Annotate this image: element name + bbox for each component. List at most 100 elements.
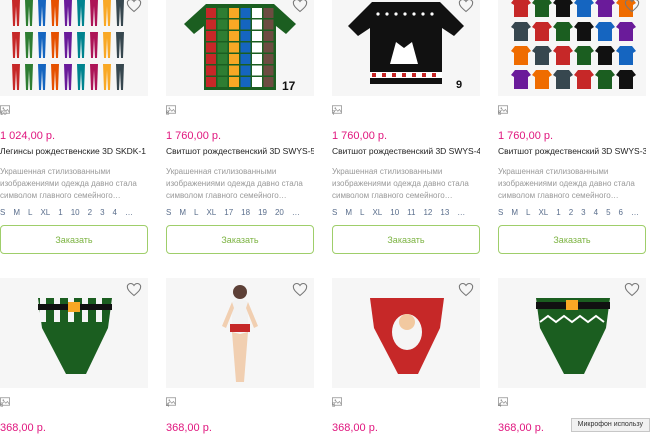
size-option[interactable]: XL	[372, 208, 382, 217]
size-option[interactable]: XL	[206, 208, 216, 217]
photo-icon	[0, 101, 10, 114]
size-option[interactable]: S	[166, 208, 171, 217]
product-image[interactable]	[498, 0, 646, 96]
heart-outline-icon[interactable]	[458, 282, 474, 298]
size-option[interactable]: L	[360, 208, 364, 217]
size-option[interactable]: 12	[423, 208, 432, 217]
product-image[interactable]	[332, 278, 480, 388]
svg-text:17: 17	[282, 79, 296, 93]
order-button[interactable]: Заказать	[166, 225, 314, 254]
product-photo	[12, 0, 124, 90]
product-image[interactable]	[498, 278, 646, 388]
size-option[interactable]: 1	[58, 208, 62, 217]
size-option[interactable]: XL	[538, 208, 548, 217]
heart-outline-icon[interactable]	[126, 282, 142, 298]
size-list: S M L XL 17 18 19 20 …	[166, 208, 314, 217]
size-option[interactable]: 1	[556, 208, 560, 217]
order-button[interactable]: Заказать	[498, 225, 646, 254]
heart-outline-icon[interactable]	[292, 0, 308, 14]
photo-count: 6	[0, 403, 4, 409]
size-option[interactable]: 5	[606, 208, 610, 217]
product-image[interactable]: 17	[166, 0, 314, 96]
product-card[interactable]: 4 368,00 р.	[166, 278, 314, 435]
size-option[interactable]: 3	[100, 208, 104, 217]
product-image[interactable]	[0, 0, 148, 96]
product-card[interactable]: 6 368,00 р.	[0, 278, 148, 435]
size-option[interactable]: XL	[40, 208, 50, 217]
size-option[interactable]: …	[125, 208, 133, 217]
size-option[interactable]: 13	[440, 208, 449, 217]
size-option[interactable]: S	[498, 208, 503, 217]
size-option[interactable]: 4	[594, 208, 598, 217]
product-card[interactable]: 17 8 1 760,00 р. Свитшот рождественский …	[166, 0, 314, 254]
size-option[interactable]: 6	[619, 208, 623, 217]
product-price: 1 760,00 р.	[332, 130, 388, 142]
photo-count: 8	[166, 111, 170, 117]
size-option[interactable]: L	[194, 208, 198, 217]
product-price: 368,00 р.	[166, 422, 212, 434]
photo-icon	[498, 101, 508, 114]
heart-outline-icon[interactable]	[292, 282, 308, 298]
size-option[interactable]: M	[511, 208, 518, 217]
heart-outline-icon[interactable]	[126, 0, 142, 14]
size-option[interactable]: 4	[113, 208, 117, 217]
product-card[interactable]: 4 368,00 р.	[498, 278, 646, 435]
heart-outline-icon[interactable]	[458, 0, 474, 14]
product-photo: 9	[348, 2, 464, 91]
product-price: 1 760,00 р.	[498, 130, 554, 142]
photo-count-block: 4	[166, 393, 314, 413]
size-option[interactable]: 11	[407, 208, 415, 217]
size-option[interactable]: M	[179, 208, 186, 217]
product-card[interactable]: 9 7 1 760,00 р. Свитшот рождественский 3…	[332, 0, 480, 254]
order-button[interactable]: Заказать	[332, 225, 480, 254]
product-title[interactable]: Свитшот рождественский 3D SWYS-4	[332, 146, 480, 156]
product-title[interactable]: Свитшот рождественский 3D SWYS-5	[166, 146, 314, 156]
size-option[interactable]: M	[345, 208, 352, 217]
photo-count-block: 8	[498, 101, 646, 121]
product-photo: 17	[184, 4, 296, 93]
product-image[interactable]	[166, 278, 314, 388]
size-option[interactable]: S	[332, 208, 337, 217]
size-option[interactable]: 18	[241, 208, 250, 217]
product-price: 368,00 р.	[0, 422, 46, 434]
photo-count: 4	[498, 403, 502, 409]
size-option[interactable]: M	[13, 208, 20, 217]
product-image[interactable]	[0, 278, 148, 388]
photo-count: 10	[0, 111, 7, 117]
photo-count: 7	[332, 111, 336, 117]
product-image[interactable]: 9	[332, 0, 480, 96]
size-option[interactable]: 17	[224, 208, 233, 217]
size-option[interactable]: 2	[569, 208, 573, 217]
product-price: 1 760,00 р.	[166, 130, 222, 142]
size-option[interactable]: 3	[581, 208, 585, 217]
product-title[interactable]: Свитшот рождественский 3D SWYS-3	[498, 146, 646, 156]
heart-outline-icon[interactable]	[624, 282, 640, 298]
size-option[interactable]: S	[0, 208, 5, 217]
size-option[interactable]: 10	[390, 208, 399, 217]
product-description: Украшенная стилизованными изображениями …	[0, 167, 137, 200]
size-option[interactable]: 10	[71, 208, 80, 217]
photo-count-block: 7	[332, 101, 480, 121]
photo-count: 4	[166, 403, 170, 409]
size-option[interactable]: L	[28, 208, 32, 217]
size-option[interactable]: …	[631, 208, 639, 217]
product-description: Украшенная стилизованными изображениями …	[498, 167, 635, 200]
heart-outline-icon[interactable]	[624, 0, 640, 14]
photo-icon	[498, 393, 508, 406]
size-option[interactable]: 19	[258, 208, 267, 217]
product-card[interactable]: 5 368,00 р.	[332, 278, 480, 435]
size-option[interactable]: 20	[275, 208, 284, 217]
photo-icon	[332, 393, 342, 406]
product-photo	[511, 0, 636, 89]
product-card[interactable]: 8 1 760,00 р. Свитшот рождественский 3D …	[498, 0, 646, 254]
photo-count: 8	[498, 111, 502, 117]
order-button[interactable]: Заказать	[0, 225, 148, 254]
product-price: 1 024,00 р.	[0, 130, 56, 142]
size-option[interactable]: 2	[88, 208, 92, 217]
product-title[interactable]: Легинсы рождественские 3D SKDK-1	[0, 146, 148, 156]
product-card[interactable]: 10 1 024,00 р. Легинсы рождественские 3D…	[0, 0, 148, 254]
size-option[interactable]: L	[526, 208, 530, 217]
size-option[interactable]: …	[457, 208, 465, 217]
size-option[interactable]: …	[292, 208, 300, 217]
photo-icon	[166, 101, 176, 114]
